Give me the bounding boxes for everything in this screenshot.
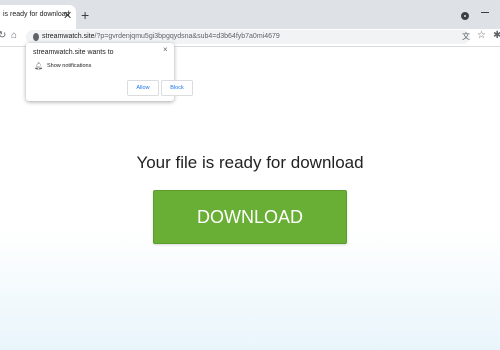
permission-label: Show notifications: [47, 63, 92, 69]
url-path: /?p=gvrdenjqmu5gi3bpgqydsna&sub4=d3b64fy…: [94, 33, 280, 40]
url-text[interactable]: streamwatch.site/?p=gvrdenjqmu5gi3bpgqyd…: [42, 32, 280, 42]
notification-permission-popup: streamwatch.site wants to × 🔔︎ Show noti…: [26, 43, 193, 101]
tab-strip: is ready for download ✕ +: [0, 0, 500, 29]
extension-icon[interactable]: ✱: [493, 30, 500, 41]
profile-icon[interactable]: [461, 12, 469, 20]
lock-icon[interactable]: [33, 33, 39, 41]
address-bar[interactable]: streamwatch.site/?p=gvrdenjqmu5gi3bpgqyd…: [26, 30, 470, 44]
page-headline: Your file is ready for download: [136, 153, 364, 172]
bell-icon: 🔔︎: [34, 63, 43, 70]
new-tab-button[interactable]: +: [81, 7, 89, 23]
close-icon[interactable]: ×: [163, 45, 168, 54]
home-icon[interactable]: ⌂: [11, 30, 17, 41]
block-button[interactable]: Block: [161, 80, 193, 96]
popup-title: streamwatch.site wants to: [33, 49, 114, 56]
active-tab[interactable]: is ready for download ✕: [0, 5, 76, 29]
download-button[interactable]: DOWNLOAD: [153, 190, 347, 244]
reload-icon[interactable]: ↻: [0, 30, 6, 41]
tab-close-icon[interactable]: ✕: [63, 8, 72, 24]
url-host: streamwatch.site: [42, 33, 95, 40]
star-icon[interactable]: ☆: [477, 30, 486, 41]
translate-icon[interactable]: 文: [462, 31, 470, 42]
allow-button[interactable]: Allow: [127, 80, 159, 96]
tab-title: is ready for download: [3, 11, 70, 18]
minimize-icon[interactable]: [481, 12, 489, 13]
